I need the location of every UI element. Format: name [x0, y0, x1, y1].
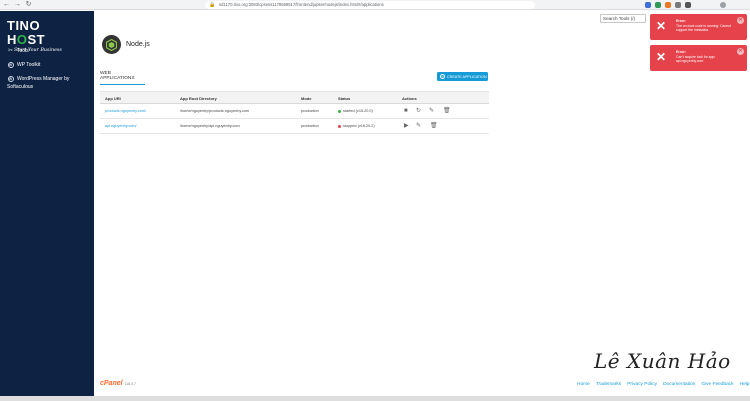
browser-toolbar: ← → ↻ 🔒 sd1170.tino.org:2083/cpsess11785… [0, 0, 750, 10]
restart-icon[interactable]: ↻ [416, 108, 421, 114]
app-status: started (v15.20.0) [338, 109, 373, 113]
reload-icon[interactable]: ↻ [24, 0, 33, 9]
toast-message: The on-boot code is running: Cannot supp… [676, 24, 732, 33]
app-uri-link[interactable]: api.nguyenhy.com/ [105, 124, 137, 128]
error-icon: ✕ [656, 19, 667, 33]
sidebar-item-tools[interactable]: ✂ Tools [7, 47, 29, 55]
sidebar-item-label: WP Toolkit [17, 61, 41, 68]
address-bar[interactable]: 🔒 sd1170.tino.org:2083/cpsess1178569517/… [205, 1, 535, 9]
create-application-label: CREATE APPLICATION [447, 74, 487, 79]
app-uri-link[interactable]: products.nguyenhy.com/ [105, 109, 146, 113]
column-header: Actions [402, 96, 417, 101]
footer-link-privacy[interactable]: Privacy Policy [627, 382, 657, 387]
applications-table: App URI App Root Directory Mode Status A… [100, 91, 489, 134]
status-stopped-icon [338, 124, 341, 128]
status-started-icon [338, 109, 341, 113]
extension-icon[interactable] [655, 2, 661, 8]
profile-icon[interactable] [720, 2, 726, 8]
trash-icon[interactable]: 🗑 [430, 123, 438, 129]
wordpress-icon: W [7, 75, 14, 82]
lock-icon: 🔒 [209, 2, 216, 8]
close-icon[interactable]: ✕ [737, 17, 744, 24]
brand-name-o: O [16, 32, 28, 47]
column-header[interactable]: Status [338, 96, 350, 101]
column-header[interactable]: App URI [105, 96, 121, 101]
footer-link-trademarks[interactable]: Trademarks [596, 382, 621, 387]
forward-icon[interactable]: → [13, 0, 22, 9]
cpanel-logo: cPanel 118.0.7 [100, 380, 136, 387]
table-row: api.nguyenhy.com/ /home/nguyenhy/api.ngu… [100, 119, 489, 134]
sidebar-item-wp-toolkit[interactable]: W WP Toolkit [7, 61, 40, 68]
sidebar-item-label-2: Softaculous [7, 84, 34, 90]
toast-title: Error: [676, 19, 686, 23]
back-icon[interactable]: ← [2, 0, 11, 9]
sidebar-item-label: Tools [17, 47, 29, 54]
tab-web-applications[interactable]: WEB APPLICATIONS [100, 71, 145, 85]
cpanel-version: 118.0.7 [124, 382, 136, 386]
toast-message: Can't acquire lock for app: api.nguyenhy… [676, 55, 716, 64]
trash-icon[interactable]: 🗑 [443, 108, 451, 114]
app-status: stopped (v16.20.2) [338, 124, 375, 128]
brand-logo[interactable]: TINO HOST Start Your Business [7, 19, 77, 54]
extension-icon[interactable] [665, 2, 671, 8]
url-text: sd1170.tino.org:2083/cpsess1178569517/fr… [219, 2, 384, 7]
status-text: started (v15.20.0) [343, 109, 373, 113]
column-header[interactable]: Mode [301, 96, 311, 101]
tools-icon: ✂ [7, 48, 14, 54]
column-header[interactable]: App Root Directory [180, 96, 217, 101]
table-row: products.nguyenhy.com/ /home/nguyenhy/pr… [100, 104, 489, 119]
cpanel-brand: cPanel [100, 380, 123, 387]
extension-icon[interactable] [675, 2, 681, 8]
toast-title: Error: [676, 50, 686, 54]
footer-link-feedback[interactable]: Give Feedback [701, 382, 733, 387]
footer-link-help[interactable]: Help [740, 382, 750, 387]
error-toast: ✕ Error: The on-boot code is running: Ca… [650, 14, 747, 40]
status-strip [0, 396, 750, 401]
extension-icon[interactable] [685, 2, 691, 8]
sidebar-item-label: WordPress Manager by [17, 75, 70, 82]
extension-icon[interactable] [645, 2, 651, 8]
search-tools-input[interactable]: Search Tools (/) [600, 14, 646, 23]
wordpress-icon: W [7, 61, 14, 68]
plus-icon: + [440, 74, 445, 79]
edit-icon[interactable]: ✎ [416, 123, 421, 129]
close-icon[interactable]: ✕ [737, 48, 744, 55]
table-header: App URI App Root Directory Mode Status A… [100, 91, 489, 104]
page-title: Node.js [126, 41, 150, 48]
sidebar: TINO HOST Start Your Business ✂ Tools W … [0, 11, 94, 401]
create-application-button[interactable]: + CREATE APPLICATION [437, 72, 488, 81]
error-toast: ✕ Error: Can't acquire lock for app: api… [650, 45, 747, 71]
footer-link-home[interactable]: Home [577, 382, 590, 387]
brand-name-end: ST [27, 32, 46, 47]
error-icon: ✕ [656, 50, 667, 64]
start-icon[interactable]: ▶ [404, 123, 409, 129]
stop-icon[interactable]: ■ [404, 108, 408, 114]
status-text: stopped (v16.20.2) [343, 124, 375, 128]
app-root-directory: /home/nguyenhy/api.nguyenhy.com [180, 124, 240, 128]
footer-link-documentation[interactable]: Documentation [663, 382, 695, 387]
edit-icon[interactable]: ✎ [429, 108, 434, 114]
footer-links: Home Trademarks Privacy Policy Documenta… [577, 382, 750, 387]
app-root-directory: /home/nguyenhy/products.nguyenhy.com [180, 109, 250, 113]
app-mode: production [301, 109, 319, 113]
sidebar-item-wordpress-manager[interactable]: W WordPress Manager by Softaculous [7, 75, 69, 90]
signature-watermark: Lê Xuân Hảo [594, 349, 731, 373]
nodejs-icon [102, 35, 121, 54]
app-mode: production [301, 124, 319, 128]
